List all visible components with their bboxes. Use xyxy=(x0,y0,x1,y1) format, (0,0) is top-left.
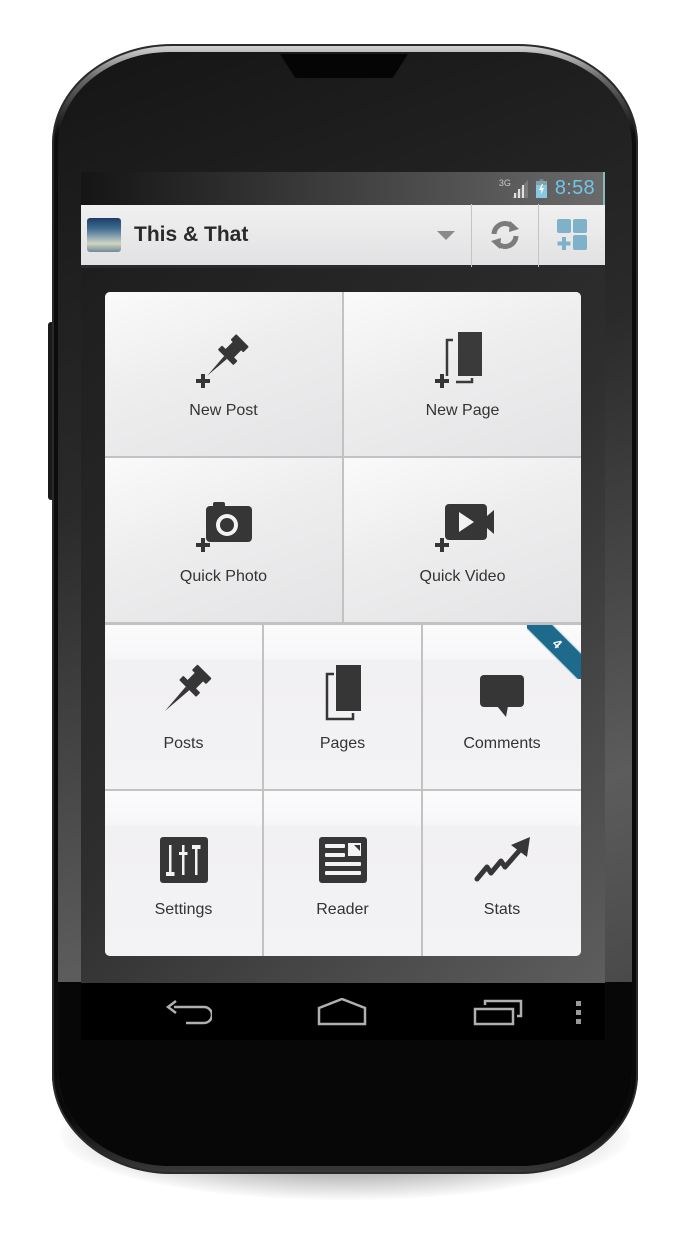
pushpin-icon xyxy=(149,663,219,725)
quick-photo-camera-icon xyxy=(189,496,259,558)
back-button[interactable] xyxy=(161,995,215,1029)
site-selector[interactable]: This & That xyxy=(81,205,471,265)
add-dashboard-icon xyxy=(557,219,587,250)
device-screen: 3G 8:58 This & That New Post New Page Qu… xyxy=(81,172,605,1040)
add-dashboard-button[interactable] xyxy=(539,204,605,267)
quick-video-icon xyxy=(428,496,498,558)
dashboard-area: New Post New Page Quick Photo Quick Vide… xyxy=(81,268,605,983)
tile-label: New Page xyxy=(425,402,500,419)
home-icon xyxy=(317,998,367,1026)
tile-new-page[interactable]: New Page xyxy=(344,292,581,456)
tile-quick-photo[interactable]: Quick Photo xyxy=(105,458,342,622)
new-page-icon xyxy=(428,330,498,392)
tile-pages[interactable]: Pages xyxy=(264,625,421,789)
action-bar: This & That xyxy=(81,203,605,268)
phone-earpiece xyxy=(280,54,408,78)
dashboard-row: Posts Pages Comments 4 xyxy=(105,625,581,789)
refresh-button[interactable] xyxy=(472,204,538,267)
tile-label: Stats xyxy=(483,901,521,918)
tile-label: Settings xyxy=(154,901,213,918)
signal-icon xyxy=(511,179,528,198)
battery-charging-icon xyxy=(535,179,547,198)
network-type: 3G xyxy=(498,178,511,188)
recent-apps-button[interactable] xyxy=(471,995,525,1029)
tile-label: Reader xyxy=(316,901,369,918)
tile-comments[interactable]: Comments 4 xyxy=(423,625,581,789)
home-button[interactable] xyxy=(315,995,369,1029)
clock: 8:58 xyxy=(554,177,595,199)
tile-posts[interactable]: Posts xyxy=(105,625,262,789)
status-bar: 3G 8:58 xyxy=(81,172,605,205)
reader-newspaper-icon xyxy=(308,829,378,891)
tile-label: Quick Photo xyxy=(179,568,268,585)
dashboard-row: New Post New Page xyxy=(105,292,581,456)
tile-stats[interactable]: Stats xyxy=(423,791,581,956)
dashboard-row: Quick Photo Quick Video xyxy=(105,458,581,622)
refresh-icon xyxy=(491,221,519,249)
tile-settings[interactable]: Settings xyxy=(105,791,262,956)
badge-ribbon: 4 xyxy=(527,625,581,679)
tile-label: Posts xyxy=(163,735,204,752)
back-icon xyxy=(165,1000,212,1025)
overflow-menu-icon xyxy=(576,1001,581,1024)
tile-label: Comments xyxy=(463,735,541,752)
tile-label: New Post xyxy=(189,402,258,419)
settings-sliders-icon xyxy=(149,829,219,891)
badge-count: 4 xyxy=(549,635,566,652)
tile-reader[interactable]: Reader xyxy=(264,791,421,956)
tile-label: Quick Video xyxy=(419,568,506,585)
new-post-pushpin-icon xyxy=(189,330,259,392)
overflow-menu-button[interactable] xyxy=(569,995,589,1029)
stats-trend-icon xyxy=(467,829,537,891)
dashboard-grid: New Post New Page Quick Photo Quick Vide… xyxy=(105,292,581,956)
tile-new-post[interactable]: New Post xyxy=(105,292,342,456)
navigation-bar xyxy=(81,983,605,1040)
comments-count-badge: 4 xyxy=(527,625,581,679)
site-avatar xyxy=(87,218,121,252)
dropdown-caret-icon xyxy=(437,230,455,240)
recent-apps-icon xyxy=(473,999,523,1026)
tile-quick-video[interactable]: Quick Video xyxy=(344,458,581,622)
tile-label: Pages xyxy=(319,735,366,752)
site-title: This & That xyxy=(134,223,249,246)
pages-icon xyxy=(308,663,378,725)
dashboard-row: Settings Reader Stats xyxy=(105,791,581,956)
